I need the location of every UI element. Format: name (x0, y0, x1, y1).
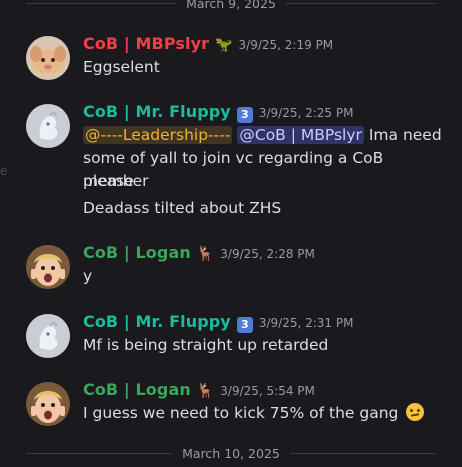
message[interactable]: CoB | Logan 🦌 3/9/25, 5:54 PM I guess we… (0, 380, 462, 430)
message-text: Mf is being straight up retarded (83, 336, 329, 354)
message[interactable]: CoB | Mr. Fluppy 3 3/9/25, 2:31 PM Mf is… (0, 312, 462, 362)
avatar-mr-fluppy[interactable] (26, 314, 70, 358)
timestamp[interactable]: 3/9/25, 5:54 PM (220, 384, 315, 398)
divider-date: March 10, 2025 (182, 445, 280, 461)
divider-line (285, 2, 437, 4)
username[interactable]: CoB | Mr. Fluppy (83, 312, 231, 331)
timestamp[interactable]: 3/9/25, 2:19 PM (239, 38, 334, 52)
divider-line (26, 452, 173, 454)
message-header: CoB | Mr. Fluppy 3 3/9/25, 2:31 PM (83, 312, 354, 333)
deer-icon: 🦌 (196, 246, 215, 262)
message-text-fragment: Ima need (368, 126, 442, 144)
message-header: CoB | MBPslyr 🦖 3/9/25, 2:19 PM (83, 34, 333, 53)
server-tag-badge: 3 (236, 317, 253, 333)
timestamp[interactable]: 3/9/25, 2:28 PM (220, 247, 315, 261)
message-text: I guess we need to kick 75% of the gang (83, 402, 442, 425)
date-divider-top: March 9, 2025 (26, 0, 437, 11)
divider-line (289, 452, 436, 454)
message-text: @----Leadership---- @CoB | MBPslyr Ima n… (83, 124, 442, 147)
message-text: Deadass tilted about ZHS (83, 199, 282, 217)
username[interactable]: CoB | MBPslyr (83, 34, 209, 53)
username[interactable]: CoB | Logan (83, 380, 191, 399)
message[interactable]: CoB | MBPslyr 🦖 3/9/25, 2:19 PM Eggselen… (0, 34, 462, 84)
message-text-line: please (83, 172, 134, 190)
divider-date: March 9, 2025 (186, 0, 276, 11)
message[interactable]: CoB | Mr. Fluppy 3 3/9/25, 2:25 PM @----… (0, 102, 462, 222)
username[interactable]: CoB | Mr. Fluppy (83, 102, 231, 121)
message-header: CoB | Mr. Fluppy 3 3/9/25, 2:25 PM (83, 102, 354, 123)
timestamp[interactable]: 3/9/25, 2:31 PM (259, 316, 354, 330)
deer-icon: 🦌 (196, 383, 215, 399)
timestamp[interactable]: 3/9/25, 2:25 PM (259, 106, 354, 120)
user-mention[interactable]: @CoB | MBPslyr (237, 126, 364, 144)
message[interactable]: CoB | Logan 🦌 3/9/25, 2:28 PM y (0, 243, 462, 293)
divider-line (26, 2, 177, 4)
avatar-mr-fluppy[interactable] (26, 104, 70, 148)
message-text: Eggselent (83, 58, 160, 76)
scroll-edge-marker: e (0, 164, 8, 178)
avatar-logan[interactable] (26, 245, 70, 289)
date-divider-bottom: March 10, 2025 (26, 445, 436, 461)
role-mention-leadership[interactable]: @----Leadership---- (83, 126, 233, 144)
message-header: CoB | Logan 🦌 3/9/25, 2:28 PM (83, 243, 315, 262)
message-text: y (83, 267, 93, 285)
avatar-mbpslyr[interactable] (26, 36, 70, 80)
message-header: CoB | Logan 🦌 3/9/25, 5:54 PM (83, 380, 315, 399)
server-tag-badge: 3 (236, 107, 253, 123)
dinosaur-icon: 🦖 (215, 37, 233, 53)
username[interactable]: CoB | Logan (83, 243, 191, 262)
grimacing-face-emoji (406, 403, 425, 421)
avatar-logan[interactable] (26, 382, 70, 426)
message-text-fragment: I guess we need to kick 75% of the gang (83, 404, 399, 422)
